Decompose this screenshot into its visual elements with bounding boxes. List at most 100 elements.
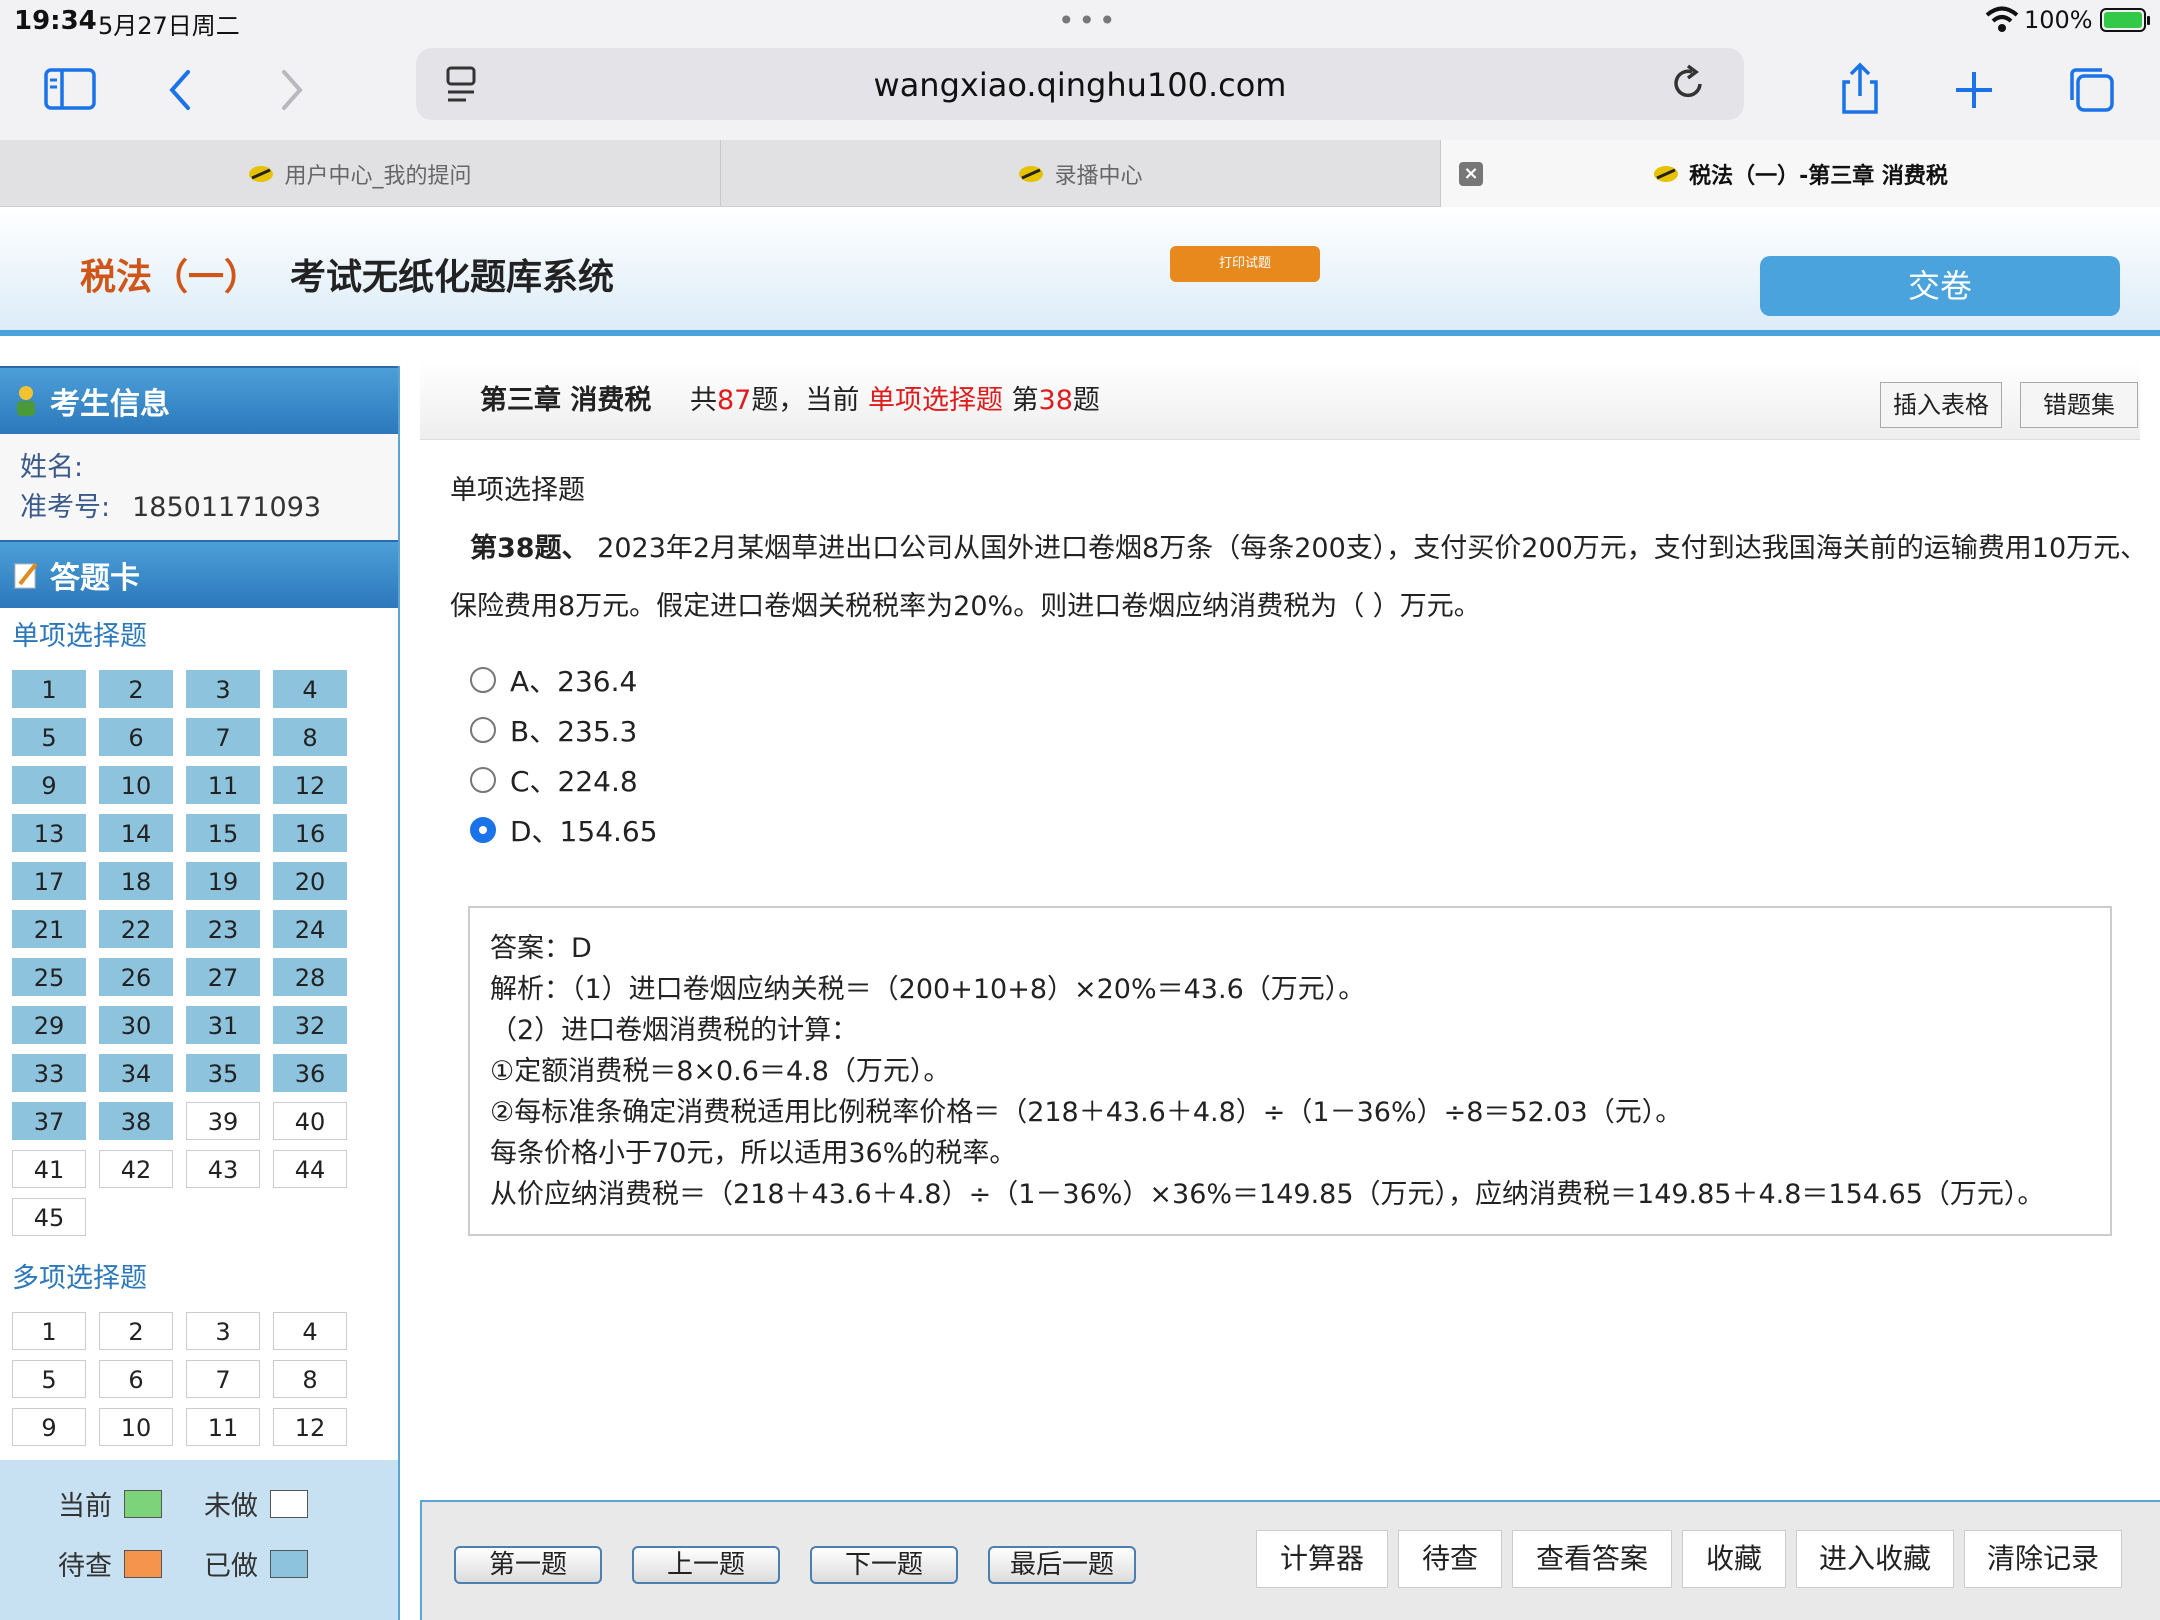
answer-line: 解析：（1）进口卷烟应纳关税＝（200+10+8）×20%＝43.6（万元）。 <box>490 974 1366 1005</box>
answer-card-cell[interactable]: 34 <box>99 1054 173 1092</box>
answer-card-cell[interactable]: 19 <box>186 862 260 900</box>
answer-card-cell[interactable]: 38 <box>99 1102 173 1140</box>
print-button[interactable]: 打印试题 <box>1170 246 1320 282</box>
mark-review-button[interactable]: 待查 <box>1398 1530 1502 1588</box>
answer-card-cell[interactable]: 1 <box>12 1312 86 1350</box>
answer-card-cell[interactable]: 5 <box>12 1360 86 1398</box>
answer-card-cell[interactable]: 30 <box>99 1006 173 1044</box>
answer-card-cell[interactable]: 37 <box>12 1102 86 1140</box>
multitask-dots-icon[interactable]: ••• <box>1058 4 1120 37</box>
calculator-button[interactable]: 计算器 <box>1256 1530 1388 1588</box>
first-question-button[interactable]: 第一题 <box>454 1546 602 1584</box>
view-answer-button[interactable]: 查看答案 <box>1512 1530 1672 1588</box>
answer-card-cell[interactable]: 27 <box>186 958 260 996</box>
answer-card-cell[interactable]: 22 <box>99 910 173 948</box>
option-d[interactable]: D、154.65 <box>470 810 658 850</box>
answer-card-cell[interactable]: 11 <box>186 1408 260 1446</box>
forward-icon[interactable] <box>262 60 322 120</box>
option-a[interactable]: A、236.4 <box>470 660 637 700</box>
answer-card-cell[interactable]: 14 <box>99 814 173 852</box>
answer-card-cell[interactable]: 3 <box>186 670 260 708</box>
option-c[interactable]: C、224.8 <box>470 760 638 800</box>
answer-card-cell[interactable]: 7 <box>186 1360 260 1398</box>
answer-card-cell[interactable]: 36 <box>273 1054 347 1092</box>
answer-card-cell[interactable]: 10 <box>99 1408 173 1446</box>
answer-card-cell[interactable]: 40 <box>273 1102 347 1140</box>
answer-card-cell[interactable]: 2 <box>99 670 173 708</box>
radio-d[interactable] <box>470 817 496 843</box>
open-favorites-button[interactable]: 进入收藏 <box>1796 1530 1954 1588</box>
tab-recording-center[interactable]: 录播中心 <box>721 140 1441 207</box>
last-question-button[interactable]: 最后一题 <box>988 1546 1136 1584</box>
favorite-button[interactable]: 收藏 <box>1682 1530 1786 1588</box>
legend-current: 当前 <box>58 1484 162 1523</box>
answer-card-cell[interactable]: 9 <box>12 766 86 804</box>
answer-card-cell[interactable]: 12 <box>273 766 347 804</box>
answer-card-cell[interactable]: 10 <box>99 766 173 804</box>
answer-card-cell[interactable]: 31 <box>186 1006 260 1044</box>
wrong-set-button[interactable]: 错题集 <box>2020 382 2138 428</box>
answer-card-cell[interactable]: 24 <box>273 910 347 948</box>
answer-card-cell[interactable]: 4 <box>273 1312 347 1350</box>
answer-card-cell[interactable]: 8 <box>273 1360 347 1398</box>
answer-explanation: 答案：D 解析：（1）进口卷烟应纳关税＝（200+10+8）×20%＝43.6（… <box>468 906 2112 1236</box>
answer-card-cell[interactable]: 39 <box>186 1102 260 1140</box>
new-tab-icon[interactable] <box>1944 60 2004 120</box>
question-type: 单项选择题 <box>450 475 585 506</box>
answer-card-cell[interactable]: 32 <box>273 1006 347 1044</box>
back-icon[interactable] <box>152 60 212 120</box>
answer-card-cell[interactable]: 41 <box>12 1150 86 1188</box>
answer-card-cell[interactable]: 6 <box>99 718 173 756</box>
answer-card-cell[interactable]: 6 <box>99 1360 173 1398</box>
answer-card-cell[interactable]: 20 <box>273 862 347 900</box>
answer-card-cell[interactable]: 23 <box>186 910 260 948</box>
answer-card-cell[interactable]: 35 <box>186 1054 260 1092</box>
answer-card-cell[interactable]: 42 <box>99 1150 173 1188</box>
answer-card-cell[interactable]: 1 <box>12 670 86 708</box>
answer-card-cell[interactable]: 33 <box>12 1054 86 1092</box>
answer-card-cell[interactable]: 3 <box>186 1312 260 1350</box>
submit-exam-button[interactable]: 交卷 <box>1760 256 2120 316</box>
answer-card-cell[interactable]: 26 <box>99 958 173 996</box>
answer-card-cell[interactable]: 7 <box>186 718 260 756</box>
radio-c[interactable] <box>470 767 496 793</box>
answer-card-cell[interactable]: 11 <box>186 766 260 804</box>
address-bar[interactable]: wangxiao.qinghu100.com <box>416 48 1744 120</box>
page-header: 税法（一） 考试无纸化题库系统 打印试题 交卷 <box>0 208 2160 336</box>
url-text[interactable]: wangxiao.qinghu100.com <box>416 66 1744 104</box>
answer-card-cell[interactable]: 25 <box>12 958 86 996</box>
radio-a[interactable] <box>470 667 496 693</box>
share-icon[interactable] <box>1830 60 1890 120</box>
answer-card-cell[interactable]: 29 <box>12 1006 86 1044</box>
answer-card-cell[interactable]: 4 <box>273 670 347 708</box>
answer-card-cell[interactable]: 13 <box>12 814 86 852</box>
reload-icon[interactable] <box>1666 62 1710 106</box>
next-question-button[interactable]: 下一题 <box>810 1546 958 1584</box>
answer-card-cell[interactable]: 18 <box>99 862 173 900</box>
close-tab-icon[interactable]: × <box>1459 162 1483 186</box>
question-body: 2023年2月某烟草进出口公司从国外进口卷烟8万条（每条200支），支付买价20… <box>450 533 2148 622</box>
clear-records-button[interactable]: 清除记录 <box>1964 1530 2122 1588</box>
previous-question-button[interactable]: 上一题 <box>632 1546 780 1584</box>
answer-card-cell[interactable]: 8 <box>273 718 347 756</box>
answer-card-cell[interactable]: 28 <box>273 958 347 996</box>
radio-b[interactable] <box>470 717 496 743</box>
answer-card-cell[interactable]: 5 <box>12 718 86 756</box>
option-b[interactable]: B、235.3 <box>470 710 637 750</box>
tabs-overview-icon[interactable] <box>2062 60 2122 120</box>
sidebar-toggle-icon[interactable] <box>40 60 100 120</box>
answer-card-cell[interactable]: 2 <box>99 1312 173 1350</box>
answer-card-cell[interactable]: 45 <box>12 1198 86 1236</box>
answer-card-cell[interactable]: 15 <box>186 814 260 852</box>
answer-card-cell[interactable]: 9 <box>12 1408 86 1446</box>
tab-tax-law[interactable]: × 税法（一）-第三章 消费税 <box>1441 140 2160 207</box>
answer-card-cell[interactable]: 12 <box>273 1408 347 1446</box>
answer-card-cell[interactable]: 17 <box>12 862 86 900</box>
tab-user-center[interactable]: 用户中心_我的提问 <box>0 140 721 207</box>
answer-card-cell[interactable]: 43 <box>186 1150 260 1188</box>
answer-card-cell[interactable]: 21 <box>12 910 86 948</box>
answer-card-cell[interactable]: 44 <box>273 1150 347 1188</box>
answer-card-cell[interactable]: 16 <box>273 814 347 852</box>
insert-table-button[interactable]: 插入表格 <box>1880 382 2002 428</box>
legend-review: 待查 <box>58 1544 162 1583</box>
